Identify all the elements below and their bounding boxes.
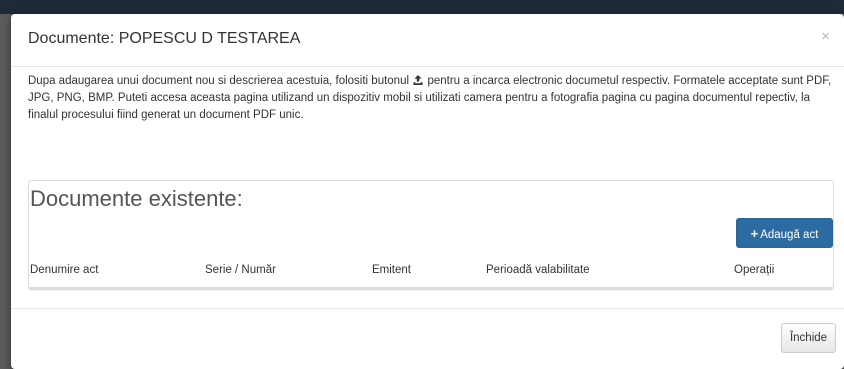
upload-icon xyxy=(413,75,423,85)
page-header-strip xyxy=(0,0,844,14)
info-text-part-1: Dupa adaugarea unui document nou si desc… xyxy=(28,75,410,87)
close-icon[interactable]: × xyxy=(821,29,830,44)
column-header-operations: Operații xyxy=(734,264,775,276)
footer-divider xyxy=(11,308,844,309)
existing-documents-panel: Documente existente: + Adaugă act Denumir… xyxy=(28,180,834,290)
documents-table-header: Denumire act Serie / Număr Emitent Perio… xyxy=(29,253,833,289)
close-button[interactable]: Închide xyxy=(781,323,836,353)
column-header-validity-period: Perioadă valabilitate xyxy=(486,264,590,276)
plus-icon: + xyxy=(750,225,759,241)
modal-title: Documente: POPESCU D TESTAREA xyxy=(28,30,301,47)
column-header-series-number: Serie / Număr xyxy=(205,264,276,276)
info-text: Dupa adaugarea unui document nou si desc… xyxy=(28,73,836,124)
column-header-issuer: Emitent xyxy=(372,264,411,276)
add-document-label: Adaugă act xyxy=(760,228,819,241)
panel-title: Documente existente: xyxy=(30,186,243,211)
add-document-button[interactable]: + Adaugă act xyxy=(736,218,833,248)
documents-modal: Documente: POPESCU D TESTAREA × Dupa ada… xyxy=(11,14,844,369)
column-header-document-name: Denumire act xyxy=(30,264,99,276)
modal-header: Documente: POPESCU D TESTAREA × xyxy=(11,14,844,67)
